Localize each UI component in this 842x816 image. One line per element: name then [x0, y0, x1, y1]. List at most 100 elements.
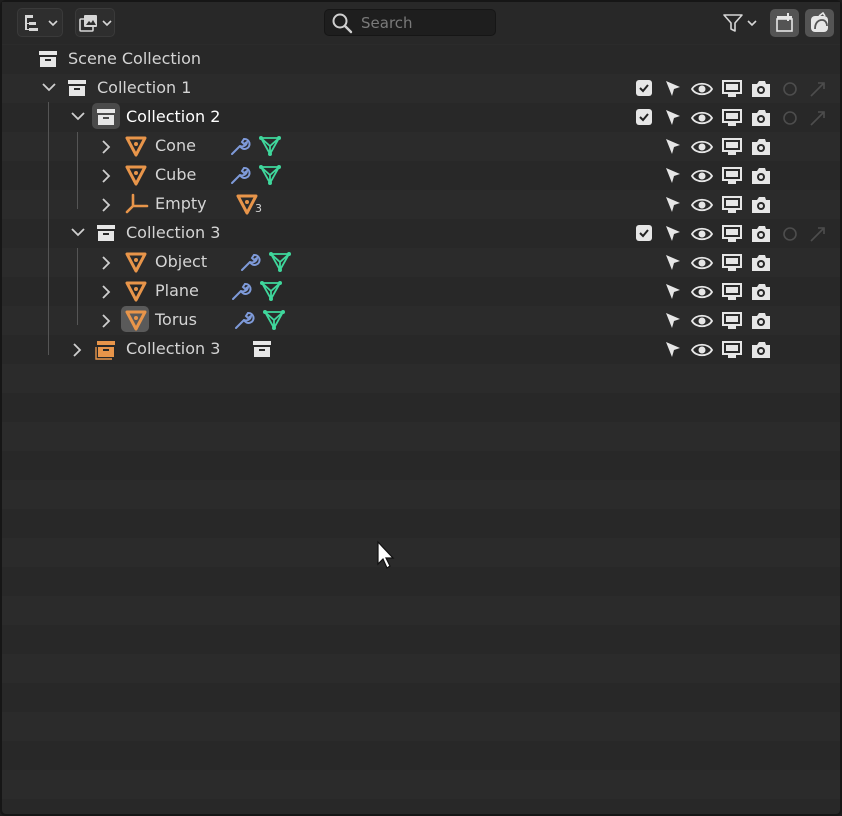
eye-icon[interactable] — [691, 137, 713, 157]
camera-icon[interactable] — [750, 311, 772, 331]
eye-icon[interactable] — [691, 253, 713, 273]
chevron-down-icon[interactable] — [70, 110, 86, 122]
holdout-icon[interactable] — [781, 224, 799, 244]
tree-row-scene-collection[interactable]: Scene Collection — [2, 45, 842, 74]
wrench-icon[interactable] — [229, 135, 251, 157]
tree-row-torus[interactable]: Torus — [2, 306, 842, 335]
empty-label: Empty — [155, 194, 207, 213]
outliner-panel: Scene Collection Collection 1 Collection… — [0, 0, 842, 816]
wrench-icon[interactable] — [239, 251, 261, 273]
checkmark-icon — [639, 84, 649, 93]
chevron-down-icon[interactable] — [70, 226, 86, 238]
chevron-right-icon[interactable] — [100, 255, 112, 271]
tree-row-collection-3[interactable]: Collection 3 — [2, 219, 842, 248]
collection-icon[interactable] — [252, 339, 272, 359]
search-input[interactable] — [361, 13, 491, 32]
mesh-icon — [125, 165, 147, 186]
vertex-group-icon[interactable] — [258, 135, 282, 157]
filter-dropdown[interactable] — [716, 8, 761, 37]
restriction-toggles-button[interactable] — [805, 9, 834, 37]
exclude-checkbox[interactable] — [636, 109, 652, 125]
collection-icon — [68, 80, 86, 96]
camera-icon[interactable] — [750, 79, 772, 99]
wrench-icon[interactable] — [233, 309, 255, 331]
pointer-icon[interactable] — [663, 224, 683, 244]
checkmark-icon — [639, 229, 649, 238]
collection-icon — [39, 51, 57, 67]
camera-icon[interactable] — [750, 282, 772, 302]
monitor-icon[interactable] — [721, 224, 743, 244]
wrench-icon[interactable] — [230, 280, 252, 302]
chevron-right-icon[interactable] — [100, 168, 112, 184]
pointer-icon[interactable] — [663, 311, 683, 331]
tree-row-collection-3-instance[interactable]: Collection 3 — [2, 335, 842, 364]
wrench-icon[interactable] — [229, 164, 251, 186]
pointer-icon[interactable] — [663, 108, 683, 128]
tree-row-collection-1[interactable]: Collection 1 — [2, 74, 842, 103]
exclude-checkbox[interactable] — [636, 80, 652, 96]
new-collection-icon — [775, 13, 793, 32]
mesh-icon — [125, 136, 147, 157]
pointer-icon[interactable] — [663, 195, 683, 215]
pointer-icon[interactable] — [663, 282, 683, 302]
display-mode-dropdown[interactable] — [17, 8, 63, 37]
camera-icon[interactable] — [750, 253, 772, 273]
tree-row-empty[interactable]: Empty 3 — [2, 190, 842, 219]
chevron-down-icon — [746, 19, 757, 26]
monitor-icon[interactable] — [721, 195, 743, 215]
chevron-right-icon[interactable] — [100, 313, 112, 329]
monitor-icon[interactable] — [721, 340, 743, 360]
monitor-icon[interactable] — [721, 79, 743, 99]
eye-icon[interactable] — [691, 340, 713, 360]
camera-icon[interactable] — [750, 166, 772, 186]
pointer-icon[interactable] — [663, 340, 683, 360]
monitor-icon[interactable] — [721, 253, 743, 273]
chevron-right-icon[interactable] — [100, 139, 112, 155]
search-box[interactable] — [324, 9, 496, 36]
monitor-icon[interactable] — [721, 311, 743, 331]
eye-icon[interactable] — [691, 195, 713, 215]
tree-row-cube[interactable]: Cube — [2, 161, 842, 190]
chevron-right-icon[interactable] — [100, 197, 112, 213]
holdout-icon[interactable] — [781, 79, 799, 99]
vertex-group-icon[interactable] — [268, 251, 292, 273]
eye-icon[interactable] — [691, 79, 713, 99]
eye-icon[interactable] — [691, 311, 713, 331]
tree-row-collection-2[interactable]: Collection 2 — [2, 103, 842, 132]
pointer-icon[interactable] — [663, 137, 683, 157]
camera-icon[interactable] — [750, 224, 772, 244]
monitor-icon[interactable] — [721, 137, 743, 157]
collection-instance-icon — [95, 341, 115, 360]
pointer-icon[interactable] — [663, 253, 683, 273]
chevron-down-icon[interactable] — [41, 81, 57, 93]
camera-icon[interactable] — [750, 195, 772, 215]
indirect-only-icon[interactable] — [808, 79, 828, 99]
tree-row-object[interactable]: Object — [2, 248, 842, 277]
new-collection-button[interactable] — [770, 9, 799, 37]
monitor-icon[interactable] — [721, 166, 743, 186]
pointer-icon[interactable] — [663, 79, 683, 99]
eye-icon[interactable] — [691, 108, 713, 128]
vertex-group-icon[interactable] — [262, 309, 286, 331]
monitor-icon[interactable] — [721, 282, 743, 302]
indirect-only-icon[interactable] — [808, 108, 828, 128]
camera-icon[interactable] — [750, 340, 772, 360]
pointer-icon[interactable] — [663, 166, 683, 186]
collection-3-label: Collection 3 — [126, 223, 221, 242]
eye-icon[interactable] — [691, 166, 713, 186]
chevron-right-icon[interactable] — [100, 284, 112, 300]
view-layer-dropdown[interactable] — [75, 8, 115, 37]
holdout-icon[interactable] — [781, 108, 799, 128]
chevron-right-icon[interactable] — [71, 342, 83, 358]
vertex-group-icon[interactable] — [259, 280, 283, 302]
indirect-only-icon[interactable] — [808, 224, 828, 244]
tree-row-cone[interactable]: Cone — [2, 132, 842, 161]
tree-row-plane[interactable]: Plane — [2, 277, 842, 306]
exclude-checkbox[interactable] — [636, 225, 652, 241]
monitor-icon[interactable] — [721, 108, 743, 128]
camera-icon[interactable] — [750, 108, 772, 128]
vertex-group-icon[interactable] — [258, 164, 282, 186]
camera-icon[interactable] — [750, 137, 772, 157]
eye-icon[interactable] — [691, 224, 713, 244]
eye-icon[interactable] — [691, 282, 713, 302]
